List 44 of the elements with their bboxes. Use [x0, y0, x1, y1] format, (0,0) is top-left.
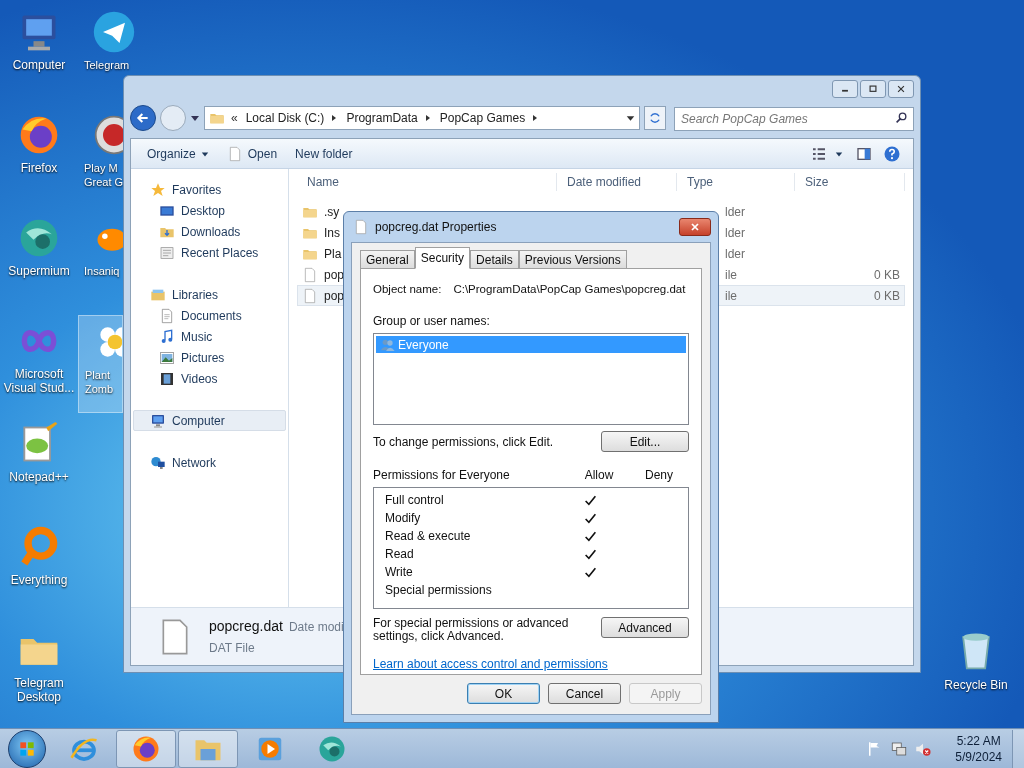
- file-name: pop: [324, 287, 345, 305]
- permission-name: Special permissions: [385, 582, 493, 600]
- file-name: pop: [324, 266, 345, 284]
- dialog-title: popcreg.dat Properties: [375, 219, 498, 236]
- clock-time: 5:22 AM: [956, 732, 1001, 749]
- object-name: C:\ProgramData\PopCap Games\popcreg.dat: [453, 282, 686, 297]
- icon-label: Telegram Desktop: [13, 676, 65, 704]
- file-type: ile: [725, 267, 737, 282]
- hint-text: For special permissions or advanced settings, click Advanced.: [373, 617, 570, 644]
- detail-label: Date modi: [288, 619, 344, 636]
- field-label: Group or user names:: [373, 313, 491, 331]
- file-type: lder: [725, 225, 745, 240]
- icon-label: Firefox: [19, 161, 59, 175]
- clock-date: 5/9/2024: [955, 748, 1002, 765]
- icon-label: Computer: [11, 58, 67, 72]
- permission-name: Read & execute: [385, 528, 472, 546]
- icon-label: Insaniq: [84, 264, 121, 278]
- file-type: DAT File: [209, 640, 256, 657]
- file-type: lder: [725, 204, 745, 219]
- field-label: Permissions for Everyone: [373, 467, 511, 485]
- file-name: Ins: [324, 224, 340, 242]
- file-type: ile: [725, 288, 737, 303]
- file-name: .sy: [324, 203, 340, 221]
- permission-name: Read: [385, 546, 415, 564]
- column-header: Allow: [583, 467, 615, 485]
- hint-text: To change permissions, click Edit.: [373, 433, 554, 451]
- field-label: Object name:: [373, 282, 442, 297]
- file-name: Pla: [324, 245, 342, 263]
- icon-label: Recycle Bin: [944, 677, 1008, 694]
- icon-label: Microsoft Visual Stud...: [2, 367, 76, 395]
- permission-name: Modify: [385, 510, 422, 528]
- permission-name: Write: [385, 564, 414, 582]
- file-size: 0 KB: [874, 288, 900, 303]
- file-name: popcreg.dat: [209, 617, 283, 636]
- icon-label: Plant Zomb: [85, 368, 115, 396]
- permission-name: Full control: [385, 492, 445, 510]
- file-type: lder: [725, 246, 745, 261]
- icon-label: Everything: [9, 573, 69, 587]
- icon-label: Supermium: [7, 264, 71, 278]
- icon-label: Play M Great G: [84, 161, 123, 189]
- icon-label: Notepad++: [8, 470, 70, 484]
- icon-label: Telegram: [84, 58, 130, 72]
- file-size: 0 KB: [874, 267, 900, 282]
- column-header: Deny: [644, 467, 674, 485]
